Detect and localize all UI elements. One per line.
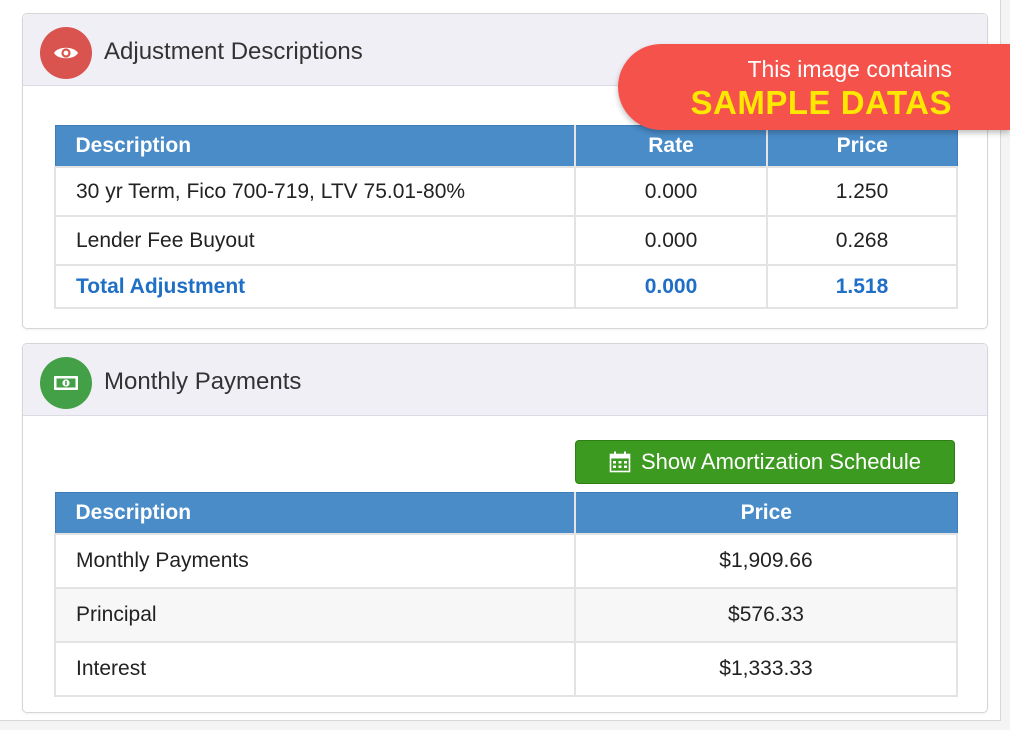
column-header-price: Price: [766, 125, 958, 168]
amortization-button-label: Show Amortization Schedule: [640, 449, 922, 474]
row-price: 1.250: [766, 166, 958, 217]
total-adjustment-row: Total Adjustment 0.000 1.518: [54, 264, 958, 309]
monthly-payments-panel-title: Monthly Payments: [104, 368, 302, 395]
row-rate: 0.000: [574, 215, 768, 266]
column-header-description: Description: [54, 492, 576, 535]
column-header-price: Price: [574, 492, 958, 535]
row-description: Lender Fee Buyout: [54, 215, 576, 266]
sample-data-badge: This image contains SAMPLE DATAS: [618, 44, 1010, 130]
row-description: 30 yr Term, Fico 700-719, LTV 75.01-80%: [54, 166, 576, 217]
table-row: 30 yr Term, Fico 700-719, LTV 75.01-80% …: [54, 166, 958, 217]
total-price: 1.518: [766, 264, 958, 309]
table-row: Monthly Payments $1,909.66: [54, 533, 958, 589]
column-header-rate: Rate: [574, 125, 768, 168]
monthly-payments-panel-header: Monthly Payments: [23, 344, 987, 416]
table-row: Interest $1,333.33: [54, 641, 958, 697]
row-price: $576.33: [574, 587, 958, 643]
adjustment-panel-title: Adjustment Descriptions: [104, 38, 363, 65]
row-price: $1,333.33: [574, 641, 958, 697]
row-rate: 0.000: [574, 166, 768, 217]
total-rate: 0.000: [574, 264, 768, 309]
row-price: 0.268: [766, 215, 958, 266]
money-icon: [54, 376, 78, 390]
eye-icon: [54, 47, 78, 59]
sample-badge-line1: This image contains: [747, 56, 952, 82]
money-icon-circle: [40, 357, 92, 409]
table-row: Principal $576.33: [54, 587, 958, 643]
monthly-payments-table-header: Description Price: [54, 492, 958, 535]
eye-icon-circle: [40, 27, 92, 79]
row-price: $1,909.66: [574, 533, 958, 589]
sample-badge-line2: SAMPLE DATAS: [690, 84, 952, 121]
show-amortization-schedule-button[interactable]: Show Amortization Schedule: [575, 440, 955, 484]
calendar-icon: [609, 451, 631, 473]
table-row: Lender Fee Buyout 0.000 0.268: [54, 215, 958, 266]
row-description: Principal: [54, 587, 576, 643]
adjustment-table: Description Rate Price 30 yr Term, Fico …: [54, 125, 958, 309]
column-header-description: Description: [54, 125, 576, 168]
total-label: Total Adjustment: [54, 264, 576, 309]
monthly-payments-panel: Monthly Payments Show Amortization Sched…: [22, 343, 988, 713]
row-description: Interest: [54, 641, 576, 697]
row-description: Monthly Payments: [54, 533, 576, 589]
adjustment-table-header: Description Rate Price: [54, 125, 958, 168]
monthly-payments-table: Description Price Monthly Payments $1,90…: [54, 492, 958, 697]
